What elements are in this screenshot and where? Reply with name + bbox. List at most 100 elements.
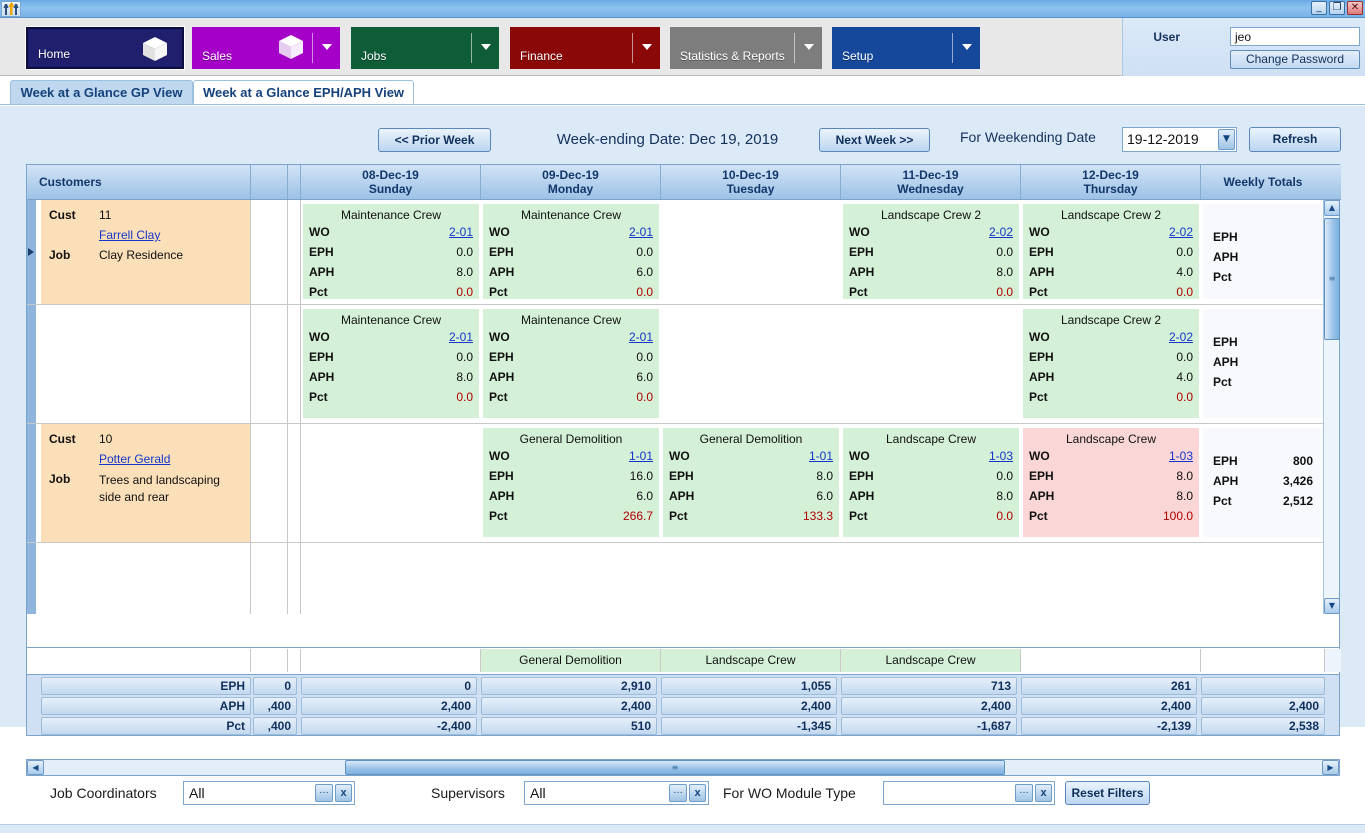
ellipsis-icon[interactable]: … bbox=[1015, 784, 1033, 802]
weekly-totals-cell: EPH APH Pct bbox=[1203, 204, 1323, 299]
column-header-spacer-2[interactable] bbox=[288, 165, 301, 199]
day-cell-3[interactable] bbox=[843, 309, 1019, 418]
customer-cell[interactable]: Cust 11 Farrell Clay Job Clay Residence bbox=[41, 200, 251, 304]
vertical-scroll-thumb[interactable]: ≡ bbox=[1324, 218, 1340, 340]
divider bbox=[632, 33, 633, 63]
clear-icon[interactable]: x bbox=[335, 784, 352, 802]
tab-week-at-a-glance-eph-aph-view[interactable]: Week at a Glance EPH/APH View bbox=[193, 80, 414, 104]
chevron-down-icon[interactable] bbox=[481, 44, 491, 50]
column-header-customers[interactable]: Customers bbox=[27, 165, 251, 199]
weekending-date-label: For Weekending Date bbox=[960, 129, 1096, 145]
table-row[interactable]: Cust 10 Potter Gerald Job Trees and land… bbox=[27, 424, 1325, 543]
module-button-home[interactable]: Home bbox=[25, 26, 185, 70]
column-header-day-1[interactable]: 09-Dec-19 Monday bbox=[481, 165, 661, 199]
day-cell-0[interactable]: Maintenance Crew WO 2-01 EPH 0.0 APH 8.0 Pc… bbox=[303, 204, 479, 299]
wo-module-type-input[interactable]: … x bbox=[883, 781, 1055, 805]
column-header-day-3[interactable]: 11-Dec-19 Wednesday bbox=[841, 165, 1021, 199]
chevron-down-icon[interactable] bbox=[962, 44, 972, 50]
module-button-sales[interactable]: Sales bbox=[192, 27, 340, 69]
reset-filters-button[interactable]: Reset Filters bbox=[1065, 781, 1150, 805]
aph-label: APH bbox=[309, 265, 335, 279]
total-pct-row: Pct bbox=[1213, 375, 1313, 395]
day-cell-2[interactable] bbox=[663, 204, 839, 299]
chevron-down-icon[interactable] bbox=[804, 44, 814, 50]
wo-link[interactable]: 2-02 bbox=[989, 225, 1013, 239]
prior-week-button[interactable]: << Prior Week bbox=[378, 128, 491, 152]
eph-row: EPH 0.0 bbox=[309, 245, 473, 265]
wo-link[interactable]: 2-01 bbox=[629, 330, 653, 344]
row-selector[interactable] bbox=[27, 424, 36, 542]
wo-link[interactable]: 2-02 bbox=[1169, 330, 1193, 344]
chevron-down-icon[interactable] bbox=[642, 44, 652, 50]
column-header-day-2[interactable]: 10-Dec-19 Tuesday bbox=[661, 165, 841, 199]
close-button[interactable]: ✕ bbox=[1347, 1, 1363, 15]
user-field[interactable]: jeo bbox=[1230, 27, 1360, 46]
clear-icon[interactable]: x bbox=[1035, 784, 1052, 802]
footer-crew-gutter bbox=[1325, 649, 1341, 672]
footer-crew-day-2: Landscape Crew bbox=[661, 649, 841, 672]
column-header-day-4[interactable]: 12-Dec-19 Thursday bbox=[1021, 165, 1201, 199]
change-password-button[interactable]: Change Password bbox=[1230, 50, 1360, 69]
module-button-finance[interactable]: Finance bbox=[510, 27, 660, 69]
day-cell-3[interactable]: Landscape Crew 2 WO 2-02 EPH 0.0 APH 8.0 Pc… bbox=[843, 204, 1019, 299]
column-header-spacer-1[interactable] bbox=[251, 165, 288, 199]
horizontal-scroll-thumb[interactable]: ≡ bbox=[345, 760, 1005, 775]
next-week-button[interactable]: Next Week >> bbox=[819, 128, 930, 152]
module-button-statistics-reports[interactable]: Statistics & Reports bbox=[670, 27, 822, 69]
wo-label: WO bbox=[489, 330, 510, 344]
refresh-button[interactable]: Refresh bbox=[1249, 127, 1341, 152]
ellipsis-icon[interactable]: … bbox=[669, 784, 687, 802]
day-cell-2[interactable]: General Demolition WO 1-01 EPH 8.0 APH 6.0 … bbox=[663, 428, 839, 537]
module-button-jobs[interactable]: Jobs bbox=[351, 27, 499, 69]
wo-link[interactable]: 1-01 bbox=[629, 449, 653, 463]
chevron-down-icon[interactable] bbox=[322, 44, 332, 50]
day-cell-4[interactable]: Landscape Crew 2 WO 2-02 EPH 0.0 APH 4.0 Pc… bbox=[1023, 204, 1199, 299]
customer-cell[interactable] bbox=[41, 543, 251, 614]
wo-row: WO 2-01 bbox=[489, 225, 653, 245]
day-cell-2[interactable] bbox=[663, 309, 839, 418]
supervisors-input[interactable]: All … x bbox=[524, 781, 709, 805]
row-selector[interactable] bbox=[27, 305, 36, 423]
day-cell-1[interactable]: Maintenance Crew WO 2-01 EPH 0.0 APH 6.0 Pc… bbox=[483, 204, 659, 299]
scroll-right-button[interactable]: ▶ bbox=[1322, 760, 1339, 775]
customer-cell[interactable] bbox=[41, 305, 251, 423]
day-cell-3[interactable]: Landscape Crew WO 1-03 EPH 0.0 APH 8.0 Pct 0… bbox=[843, 428, 1019, 537]
ellipsis-icon[interactable]: … bbox=[315, 784, 333, 802]
grid-vertical-scrollbar[interactable]: ▲ ≡ ▼ bbox=[1323, 200, 1340, 614]
wo-link[interactable]: 2-01 bbox=[449, 330, 473, 344]
scroll-down-button[interactable]: ▼ bbox=[1324, 598, 1340, 614]
tab-week-at-a-glance-gp-view[interactable]: Week at a Glance GP View bbox=[10, 80, 193, 104]
customer-link[interactable]: Potter Gerald bbox=[99, 452, 170, 466]
wo-link[interactable]: 1-01 bbox=[809, 449, 833, 463]
clear-icon[interactable]: x bbox=[689, 784, 706, 802]
day-cell-1[interactable]: General Demolition WO 1-01 EPH 16.0 APH 6.0… bbox=[483, 428, 659, 537]
customer-link[interactable]: Farrell Clay bbox=[99, 228, 160, 242]
weekending-date-select[interactable]: 19-12-2019 ▼ bbox=[1122, 127, 1237, 152]
table-row[interactable] bbox=[27, 543, 1325, 614]
wo-link[interactable]: 1-03 bbox=[989, 449, 1013, 463]
column-header-weekly-totals[interactable]: Weekly Totals bbox=[1201, 165, 1325, 199]
day-cell-4[interactable]: Landscape Crew WO 1-03 EPH 8.0 APH 8.0 Pct 1… bbox=[1023, 428, 1199, 537]
scroll-up-button[interactable]: ▲ bbox=[1324, 200, 1340, 216]
customer-cell[interactable]: Cust 10 Potter Gerald Job Trees and land… bbox=[41, 424, 251, 542]
day-cell-1[interactable]: Maintenance Crew WO 2-01 EPH 0.0 APH 6.0 Pc… bbox=[483, 309, 659, 418]
table-row[interactable]: Cust 11 Farrell Clay Job Clay Residence … bbox=[27, 200, 1325, 305]
wo-link[interactable]: 2-01 bbox=[449, 225, 473, 239]
day-cell-4[interactable]: Landscape Crew 2 WO 2-02 EPH 0.0 APH 4.0 Pc… bbox=[1023, 309, 1199, 418]
scroll-left-button[interactable]: ◀ bbox=[27, 760, 44, 775]
minimize-button[interactable]: _ bbox=[1311, 1, 1327, 15]
restore-button[interactable]: ❐ bbox=[1329, 1, 1345, 15]
module-button-setup[interactable]: Setup bbox=[832, 27, 980, 69]
grid-horizontal-scrollbar[interactable]: ◀ ≡ ▶ bbox=[26, 759, 1340, 776]
day-cell-0[interactable] bbox=[303, 428, 479, 537]
row-selector[interactable] bbox=[27, 543, 36, 614]
chevron-down-icon[interactable]: ▼ bbox=[1218, 129, 1235, 150]
window-controls[interactable]: _ ❐ ✕ bbox=[1311, 1, 1363, 15]
wo-link[interactable]: 2-02 bbox=[1169, 225, 1193, 239]
column-header-day-0[interactable]: 08-Dec-19 Sunday bbox=[301, 165, 481, 199]
wo-link[interactable]: 1-03 bbox=[1169, 449, 1193, 463]
wo-link[interactable]: 2-01 bbox=[629, 225, 653, 239]
table-row[interactable]: Maintenance Crew WO 2-01 EPH 0.0 APH 8.0 Pc… bbox=[27, 305, 1325, 424]
job-coordinators-input[interactable]: All … x bbox=[183, 781, 355, 805]
day-cell-0[interactable]: Maintenance Crew WO 2-01 EPH 0.0 APH 8.0 Pc… bbox=[303, 309, 479, 418]
